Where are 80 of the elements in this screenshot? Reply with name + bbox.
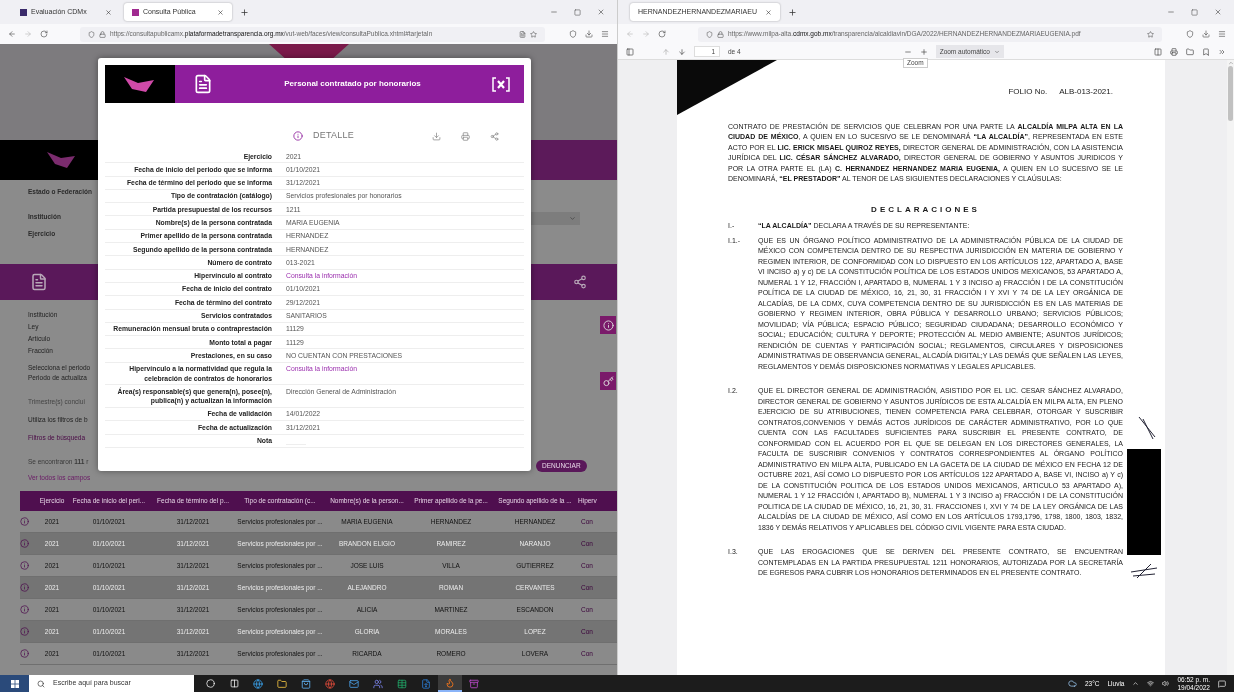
- folder-icon[interactable]: [1186, 47, 1194, 56]
- notifications-icon[interactable]: [1218, 679, 1226, 688]
- menu-icon[interactable]: [601, 30, 609, 38]
- close-icon[interactable]: [105, 8, 112, 16]
- close-icon[interactable]: [217, 8, 224, 16]
- network-icon[interactable]: [1147, 680, 1155, 687]
- document-icon: [30, 273, 48, 291]
- document-icon: [193, 74, 213, 94]
- people-icon[interactable]: [373, 678, 383, 689]
- flame-icon[interactable]: [445, 677, 455, 688]
- zoom-in-icon[interactable]: [919, 47, 928, 56]
- bookmark-icon[interactable]: [1202, 47, 1210, 56]
- next-page-icon[interactable]: [678, 47, 686, 56]
- maximize-icon[interactable]: [1191, 8, 1198, 16]
- info-icon[interactable]: [20, 583, 29, 592]
- circle-icon[interactable]: [205, 679, 215, 688]
- minimize-icon[interactable]: [1167, 8, 1175, 16]
- info-icon[interactable]: [20, 539, 29, 548]
- mail-icon[interactable]: [349, 678, 359, 689]
- taskbar-button[interactable]: [438, 675, 462, 692]
- scroll-up-icon[interactable]: [1227, 60, 1234, 66]
- bag-icon[interactable]: [301, 678, 311, 689]
- volume-icon[interactable]: [1162, 680, 1170, 687]
- download-icon[interactable]: [585, 30, 593, 38]
- lock-icon[interactable]: [99, 30, 106, 38]
- detail-heading: DETALLE: [313, 129, 354, 143]
- caret-icon: [569, 215, 576, 222]
- print-icon[interactable]: [461, 131, 470, 141]
- folio-number: ALB-013-2021.: [1059, 87, 1113, 98]
- info-icon[interactable]: [20, 605, 29, 614]
- start-button[interactable]: [0, 675, 29, 692]
- key-button[interactable]: [600, 372, 616, 390]
- info-icon[interactable]: [20, 627, 29, 636]
- info-icon[interactable]: [20, 649, 29, 658]
- shield-icon[interactable]: [88, 30, 95, 38]
- reload-icon[interactable]: [40, 30, 48, 38]
- globe-icon[interactable]: [253, 678, 263, 689]
- archive-icon[interactable]: [469, 678, 479, 689]
- weather-icon: [1067, 679, 1077, 688]
- sidebar-icon[interactable]: [626, 47, 634, 56]
- presentation-icon[interactable]: [1154, 47, 1162, 56]
- reader-view-icon[interactable]: [519, 30, 526, 38]
- lock-icon[interactable]: [717, 30, 724, 38]
- shield-icon[interactable]: [706, 30, 713, 38]
- download-icon[interactable]: [432, 131, 441, 141]
- bookmark-star-icon[interactable]: [530, 30, 537, 38]
- close-icon[interactable]: [1214, 8, 1222, 16]
- section-heading: DECLARACIONES: [870, 204, 981, 215]
- tab-favicon: [132, 8, 139, 16]
- info-button[interactable]: [600, 316, 616, 334]
- signature-mark: [1137, 415, 1157, 441]
- close-icon[interactable]: [765, 8, 772, 16]
- back-icon[interactable]: [8, 30, 16, 38]
- print-icon[interactable]: [1170, 47, 1178, 56]
- maximize-icon[interactable]: [574, 8, 581, 16]
- caret-icon: [993, 48, 1000, 55]
- document-icon[interactable]: [421, 678, 431, 689]
- bookmark-star-icon[interactable]: [1147, 30, 1154, 38]
- dialog-title: Personal contratado por honorarios: [283, 78, 422, 90]
- more-tools-icon[interactable]: [1218, 47, 1226, 56]
- menu-icon[interactable]: [1218, 30, 1226, 38]
- info-icon[interactable]: [20, 517, 29, 526]
- close-icon[interactable]: [597, 8, 605, 16]
- info-icon[interactable]: [20, 561, 29, 570]
- tray-icon[interactable]: [1132, 680, 1140, 687]
- search-icon: [37, 679, 45, 688]
- task-view-icon[interactable]: [229, 679, 239, 688]
- reload-icon[interactable]: [658, 30, 666, 38]
- download-icon[interactable]: [1202, 30, 1210, 38]
- share-icon[interactable]: [573, 275, 587, 289]
- tab-favicon: [20, 8, 27, 16]
- folio-label: FOLIO No.: [1008, 87, 1048, 98]
- info-icon: [293, 131, 303, 141]
- windows-icon: [10, 679, 19, 688]
- share-icon[interactable]: [490, 131, 499, 141]
- new-tab-icon[interactable]: [240, 8, 249, 17]
- globe-icon[interactable]: [325, 678, 335, 689]
- spreadsheet-icon[interactable]: [397, 678, 407, 689]
- minimize-icon[interactable]: [550, 8, 558, 16]
- new-tab-icon[interactable]: [788, 8, 797, 17]
